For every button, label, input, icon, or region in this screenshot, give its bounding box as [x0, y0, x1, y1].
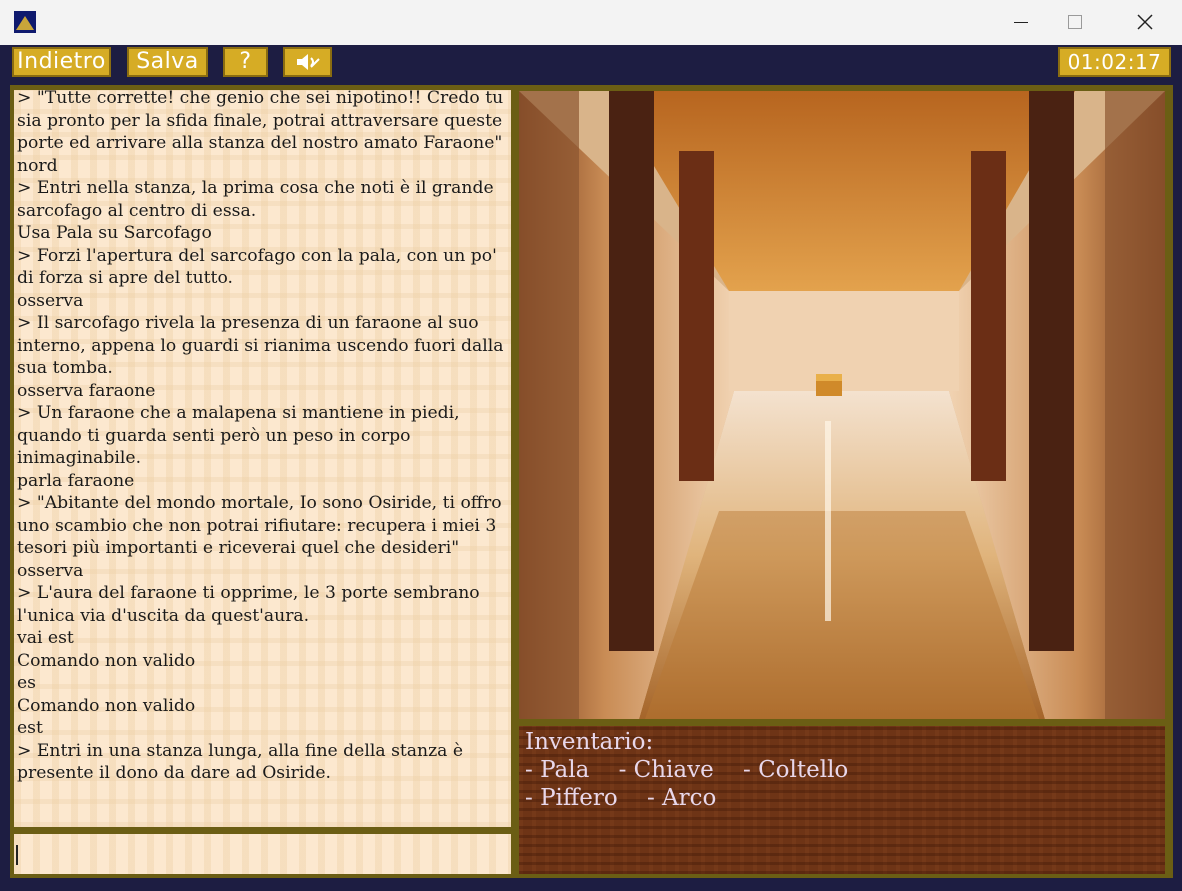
log-line: osserva [17, 560, 84, 581]
log-line: > "Abitante del mondo mortale, Io sono O… [17, 493, 502, 558]
log-line: > Entri in una stanza lunga, alla fine d… [17, 740, 464, 784]
log-line: Comando non valido [17, 650, 196, 671]
back-button[interactable]: Indietro [12, 47, 111, 77]
maximize-button[interactable] [1052, 0, 1098, 45]
play-timer: 01:02:17 [1058, 47, 1171, 77]
story-log: > "Tutte corrette! che genio che sei nip… [14, 90, 511, 827]
game-window: Indietro Salva ? 01:02:17 > "Tutte corre… [0, 0, 1182, 891]
inventory-item[interactable]: - Pala [525, 756, 589, 784]
help-button[interactable]: ? [223, 47, 268, 77]
log-line: osserva faraone [17, 380, 156, 401]
inventory-item[interactable]: - Piffero [525, 784, 618, 812]
log-line: est [17, 718, 43, 738]
log-line: > Un faraone che a malapena si mantiene … [17, 403, 460, 468]
log-line: Usa Pala su Sarcofago [17, 223, 212, 243]
story-log-text: > "Tutte corrette! che genio che sei nip… [14, 90, 511, 785]
inventory-item[interactable]: - Arco [647, 784, 716, 812]
inventory-row: - Pala - Chiave - Coltello [525, 756, 1165, 784]
corridor-illustration [519, 91, 1165, 719]
app-pyramid-icon [14, 11, 36, 33]
title-bar [0, 0, 1182, 45]
inventory-item[interactable]: - Coltello [743, 756, 848, 784]
log-line: > Forzi l'apertura del sarcofago con la … [17, 245, 497, 289]
speaker-muted-icon [296, 54, 320, 70]
log-line: > Entri nella stanza, la prima cosa che … [17, 178, 494, 221]
mute-button[interactable] [283, 47, 332, 77]
inventory-title: Inventario: [525, 729, 654, 755]
room-scene-image [519, 91, 1165, 719]
log-line: > L'aura del faraone ti opprime, le 3 po… [17, 583, 480, 626]
log-line: Comando non valido [17, 695, 196, 716]
log-line: es [17, 673, 36, 693]
command-input[interactable] [14, 834, 511, 874]
save-button[interactable]: Salva [127, 47, 208, 77]
log-line: nord [17, 155, 58, 176]
inventory-item[interactable]: - Chiave [619, 756, 714, 784]
close-button[interactable] [1122, 0, 1168, 45]
log-line: vai est [17, 628, 74, 648]
log-line: osserva [17, 290, 84, 311]
close-icon [1137, 14, 1153, 30]
inventory-row: - Piffero - Arco [525, 784, 1165, 812]
log-line: > Il sarcofago rivela la presenza di un … [17, 313, 504, 378]
toolbar: Indietro Salva ? 01:02:17 [0, 45, 1182, 85]
text-caret [16, 845, 18, 865]
minimize-button[interactable] [998, 0, 1044, 45]
log-line: > "Tutte corrette! che genio che sei nip… [17, 90, 504, 153]
log-line: parla faraone [17, 470, 135, 491]
inventory-panel: Inventario: - Pala - Chiave - Coltello -… [519, 726, 1165, 874]
